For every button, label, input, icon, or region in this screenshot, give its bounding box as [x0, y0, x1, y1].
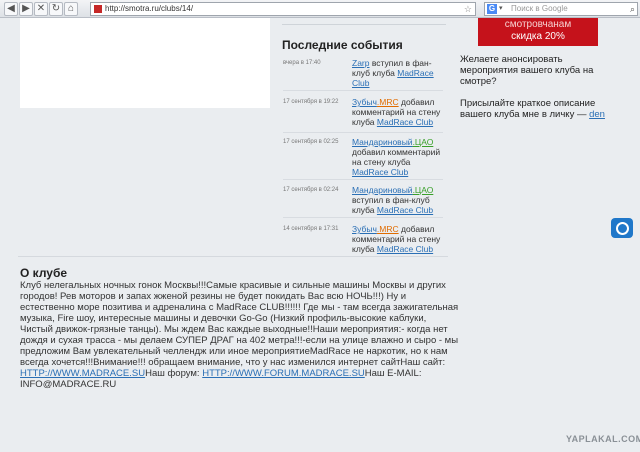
divider [282, 24, 446, 25]
event-item: Зубыч.MRC добавил комментарий на стену к… [352, 97, 444, 127]
event-divider [283, 90, 443, 91]
close-icon[interactable]: ✕ [34, 2, 48, 16]
event-user-tag[interactable]: .ЦАО [413, 137, 434, 147]
reload-icon[interactable]: ↻ [49, 2, 63, 16]
bookmark-star-icon[interactable]: ☆ [464, 3, 472, 15]
forum-link[interactable]: HTTP://WWW.FORUM.MADRACE.SU [202, 368, 365, 379]
events-title: Последние события [282, 38, 403, 52]
event-user-link[interactable]: Zarp [352, 58, 369, 68]
event-date: 17 сентября в 02:24 [283, 187, 339, 193]
event-date: вчера в 17:40 [283, 60, 321, 66]
address-bar[interactable]: http://smotra.ru/clubs/14/ ☆ [90, 2, 476, 16]
lifebuoy-icon[interactable] [611, 218, 633, 238]
den-link[interactable]: den [589, 109, 605, 120]
event-user-tag[interactable]: .MRC [377, 97, 399, 107]
event-action: добавил комментарий на стену клуба [352, 147, 441, 167]
site-link[interactable]: HTTP://WWW.MADRACE.SU [20, 368, 145, 379]
forum-prefix: Наш форум: [145, 368, 203, 379]
promo-banner[interactable]: смотровчанам скидка 20% [478, 18, 598, 46]
event-divider [283, 132, 443, 133]
lifebuoy-ring [616, 222, 629, 235]
event-user-tag[interactable]: .MRC [377, 224, 399, 234]
event-date: 17 сентября в 02:25 [283, 139, 339, 145]
content-panel [20, 18, 270, 108]
event-user-tag[interactable]: .ЦАО [413, 185, 434, 195]
event-user-link[interactable]: Мандариновый [352, 185, 413, 195]
event-date: 17 сентября в 19:22 [283, 99, 339, 105]
event-date: 14 сентября в 17:31 [283, 226, 339, 232]
about-body: Клуб нелегальных ночных гонок Москвы!!!С… [20, 280, 459, 368]
event-item: Зубыч.MRC добавил комментарий на стену к… [352, 224, 444, 254]
event-user-link[interactable]: Зубыч [352, 97, 377, 107]
event-club-link[interactable]: MadRace Club [377, 205, 433, 215]
announce-text: Желаете анонсировать мероприятия вашего … [460, 54, 594, 87]
event-user-link[interactable]: Мандариновый [352, 137, 413, 147]
send-info-prefix: Присылайте краткое описание вашего клуба… [460, 98, 596, 120]
site-favicon-icon [94, 5, 102, 13]
event-divider [283, 179, 443, 180]
event-club-link[interactable]: MadRace Club [377, 117, 433, 127]
search-box[interactable]: G ▾ Поиск в Google ⌕ [484, 2, 638, 16]
home-icon[interactable]: ⌂ [64, 2, 78, 16]
section-divider [18, 256, 448, 257]
event-item: Мандариновый.ЦАО вступил в фан-клуб клуб… [352, 185, 444, 215]
about-text: Клуб нелегальных ночных гонок Москвы!!!С… [20, 280, 460, 390]
event-item: Zarp вступил в фан-клуб клуба MadRace Cl… [352, 58, 444, 88]
google-icon[interactable]: G [487, 4, 497, 14]
about-title: О клубе [20, 266, 68, 280]
event-club-link[interactable]: MadRace Club [352, 167, 408, 177]
address-text[interactable]: http://smotra.ru/clubs/14/ [105, 3, 193, 15]
event-user-link[interactable]: Зубыч [352, 224, 377, 234]
event-club-link[interactable]: MadRace Club [377, 244, 433, 254]
back-icon[interactable]: ◀ [4, 2, 18, 16]
promo-line-1: смотровчанам [504, 19, 572, 30]
forward-icon[interactable]: ▶ [19, 2, 33, 16]
chevron-down-icon[interactable]: ▾ [499, 3, 503, 15]
search-icon[interactable]: ⌕ [630, 3, 635, 15]
search-input[interactable]: Поиск в Google [511, 3, 568, 15]
event-item: Мандариновый.ЦАО добавил комментарий на … [352, 137, 444, 177]
event-divider [283, 217, 443, 218]
watermark: YAPLAKAL.COM [566, 434, 640, 444]
browser-toolbar: ◀ ▶ ✕ ↻ ⌂ http://smotra.ru/clubs/14/ ☆ G… [0, 0, 640, 18]
send-info-text: Присылайте краткое описание вашего клуба… [460, 98, 620, 120]
promo-line-2: скидка 20% [511, 31, 565, 42]
